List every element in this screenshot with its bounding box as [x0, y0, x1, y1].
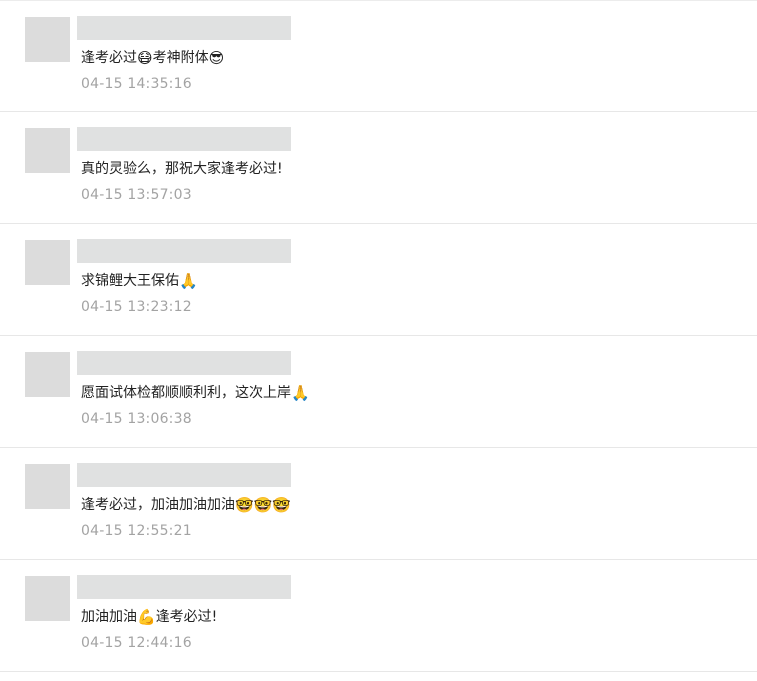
redacted-username — [77, 575, 291, 599]
comment-text-segment: 逢考必过 — [81, 50, 137, 66]
avatar[interactable] — [25, 17, 70, 62]
determined-face-emoji-icon: 🤓 — [235, 496, 254, 514]
comment-text-segment: 求锦鲤大王保佑 — [81, 273, 179, 289]
comment-timestamp: 04-15 14:35:16 — [81, 76, 192, 92]
cool-face-emoji-icon: 😎 — [208, 49, 225, 67]
comment-text-segment: 愿面试体检都顺顺利利，这次上岸 — [81, 385, 291, 401]
flexed-bicep-emoji-icon: 💪 — [137, 608, 156, 626]
comment-text: 加油加油💪逢考必过! — [81, 606, 217, 628]
comment-text-segment: 真的灵验么，那祝大家逢考必过! — [81, 161, 283, 177]
comment-text-segment: 考神附体 — [152, 50, 209, 66]
determined-face-emoji-icon: 🤓 — [272, 496, 292, 514]
comment-text-segment: 逢考必过! — [155, 609, 218, 625]
avatar[interactable] — [25, 240, 70, 285]
comment-timestamp: 04-15 13:23:12 — [81, 299, 192, 315]
redacted-username — [77, 16, 291, 40]
comment-item: 求锦鲤大王保佑🙏 04-15 13:23:12 — [0, 224, 757, 336]
comment-item: 愿面试体检都顺顺利利，这次上岸🙏 04-15 13:06:38 — [0, 336, 757, 448]
redacted-username — [77, 127, 291, 151]
avatar[interactable] — [25, 464, 70, 509]
redacted-username — [77, 239, 291, 263]
determined-face-emoji-icon: 🤓 — [253, 496, 273, 514]
avatar[interactable] — [25, 352, 70, 397]
praying-hands-emoji-icon: 🙏 — [179, 272, 198, 290]
exam-blessing-emoji-icon: 😷 — [137, 49, 153, 67]
comment-text-segment: 逢考必过，加油加油加油 — [81, 497, 235, 513]
comment-text: 真的灵验么，那祝大家逢考必过! — [81, 158, 283, 180]
comment-text: 求锦鲤大王保佑🙏 — [81, 270, 198, 292]
redacted-username — [77, 351, 291, 375]
comment-text: 逢考必过😷考神附体😎 — [81, 47, 224, 69]
comment-timestamp: 04-15 13:06:38 — [81, 411, 192, 427]
comment-item: 真的灵验么，那祝大家逢考必过! 04-15 13:57:03 — [0, 112, 757, 224]
comment-text: 愿面试体检都顺顺利利，这次上岸🙏 — [81, 382, 310, 404]
comment-timestamp: 04-15 12:44:16 — [81, 635, 192, 651]
comment-text-segment: 加油加油 — [81, 609, 137, 625]
comment-item: 逢考必过，加油加油加油🤓🤓🤓 04-15 12:55:21 — [0, 448, 757, 560]
comment-list: 逢考必过😷考神附体😎 04-15 14:35:16 真的灵验么，那祝大家逢考必过… — [0, 0, 757, 681]
comment-item: 逢考必过😷考神附体😎 04-15 14:35:16 — [0, 0, 757, 112]
comment-timestamp: 04-15 13:57:03 — [81, 187, 192, 203]
redacted-username — [77, 463, 291, 487]
praying-hands-emoji-icon: 🙏 — [291, 384, 310, 402]
comment-timestamp: 04-15 12:55:21 — [81, 523, 192, 539]
comment-item: 加油加油💪逢考必过! 04-15 12:44:16 — [0, 560, 757, 672]
comment-text: 逢考必过，加油加油加油🤓🤓🤓 — [81, 494, 291, 516]
avatar[interactable] — [25, 576, 70, 621]
avatar[interactable] — [25, 128, 70, 173]
